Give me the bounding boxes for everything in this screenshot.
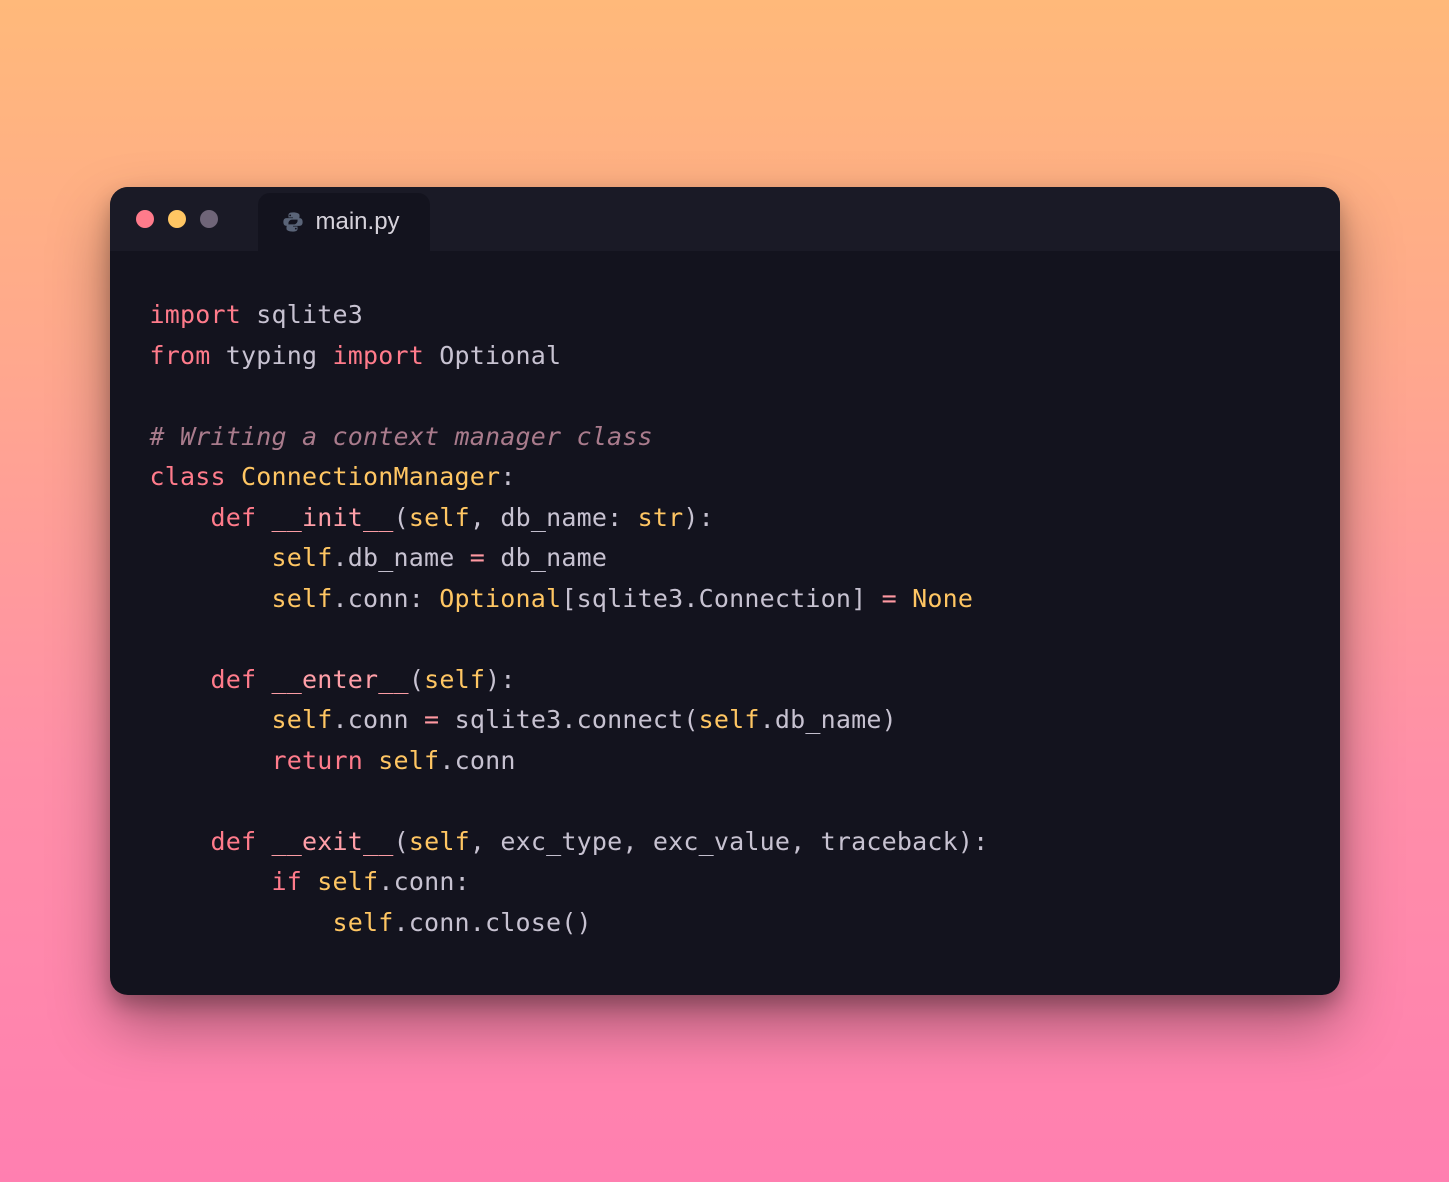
code-token [150, 746, 272, 775]
code-token: .conn: [333, 584, 440, 613]
code-token: def [211, 503, 257, 532]
code-token: = [882, 584, 897, 613]
minimize-icon[interactable] [168, 210, 186, 228]
code-token: def [211, 827, 257, 856]
code-token [363, 746, 378, 775]
code-token: Optional [424, 341, 561, 370]
code-token: self [409, 827, 470, 856]
code-token: typing [211, 341, 333, 370]
code-token: = [424, 705, 439, 734]
close-icon[interactable] [136, 210, 154, 228]
code-token [150, 908, 333, 937]
code-token: self [272, 543, 333, 572]
code-line: class ConnectionManager: [150, 462, 516, 491]
code-token: __exit__ [272, 827, 394, 856]
code-token: # Writing a context manager class [150, 422, 653, 451]
code-token: Optional [439, 584, 561, 613]
code-token: class [150, 462, 226, 491]
code-token: self [272, 705, 333, 734]
code-token [150, 867, 272, 896]
code-token: return [272, 746, 364, 775]
code-token: import [150, 300, 242, 329]
code-token: str [638, 503, 684, 532]
code-token: .conn [439, 746, 515, 775]
code-editor[interactable]: import sqlite3 from typing import Option… [110, 251, 1340, 995]
code-line: if self.conn: [150, 867, 470, 896]
titlebar: main.py [110, 187, 1340, 251]
code-token [150, 584, 272, 613]
code-token: self [424, 665, 485, 694]
code-token: ( [394, 503, 409, 532]
code-token: , exc_type, exc_value, traceback): [470, 827, 989, 856]
maximize-icon[interactable] [200, 210, 218, 228]
code-token: , db_name: [470, 503, 638, 532]
code-token: self [699, 705, 760, 734]
tab-main-py[interactable]: main.py [258, 193, 430, 251]
code-token: self [272, 584, 333, 613]
code-token: ): [485, 665, 516, 694]
code-line: # Writing a context manager class [150, 422, 653, 451]
code-line: self.db_name = db_name [150, 543, 608, 572]
code-token: db_name [485, 543, 607, 572]
code-token: .conn [333, 705, 425, 734]
code-line: from typing import Optional [150, 341, 562, 370]
code-token: .db_name) [760, 705, 897, 734]
code-line: def __init__(self, db_name: str): [150, 503, 714, 532]
code-token [256, 827, 271, 856]
code-line: def __exit__(self, exc_type, exc_value, … [150, 827, 989, 856]
code-token: .db_name [333, 543, 470, 572]
code-token: from [150, 341, 211, 370]
code-token: ConnectionManager [241, 462, 500, 491]
code-token: self [409, 503, 470, 532]
code-line: def __enter__(self): [150, 665, 516, 694]
code-token: ( [409, 665, 424, 694]
editor-window: main.py import sqlite3 from typing impor… [110, 187, 1340, 995]
code-token [302, 867, 317, 896]
code-token: ): [683, 503, 714, 532]
code-line: return self.conn [150, 746, 516, 775]
code-token: self [378, 746, 439, 775]
tab-label: main.py [316, 208, 400, 236]
code-token: def [211, 665, 257, 694]
code-token [897, 584, 912, 613]
code-token: = [470, 543, 485, 572]
code-token: if [272, 867, 303, 896]
code-line: import sqlite3 [150, 300, 364, 329]
code-token: sqlite3 [241, 300, 363, 329]
code-token: : [500, 462, 515, 491]
code-line: self.conn = sqlite3.connect(self.db_name… [150, 705, 897, 734]
code-token: ( [394, 827, 409, 856]
code-token: None [912, 584, 973, 613]
code-token [256, 665, 271, 694]
code-token: .conn.close() [394, 908, 592, 937]
code-token [256, 503, 271, 532]
code-token [150, 543, 272, 572]
code-line: self.conn: Optional[sqlite3.Connection] … [150, 584, 974, 613]
code-token: import [333, 341, 425, 370]
code-token [150, 705, 272, 734]
code-token [150, 827, 211, 856]
code-token: self [317, 867, 378, 896]
code-token: sqlite3.connect( [439, 705, 698, 734]
code-token: __enter__ [272, 665, 409, 694]
code-token: self [333, 908, 394, 937]
code-line: self.conn.close() [150, 908, 592, 937]
traffic-lights [136, 187, 218, 251]
code-token [150, 665, 211, 694]
code-token: .conn: [378, 867, 470, 896]
code-token: __init__ [272, 503, 394, 532]
code-token: [sqlite3.Connection] [561, 584, 881, 613]
code-token [226, 462, 241, 491]
code-token [150, 503, 211, 532]
python-icon [282, 211, 304, 233]
